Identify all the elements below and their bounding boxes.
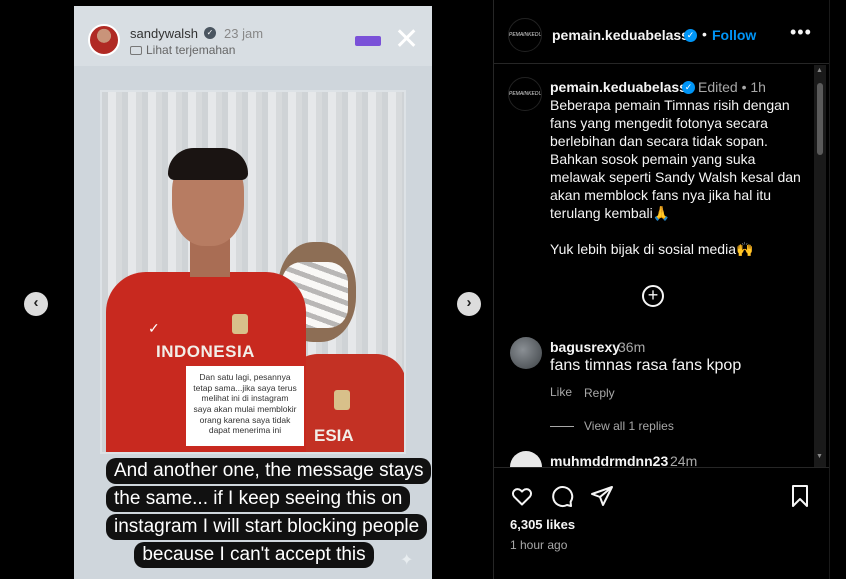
next-button[interactable]: › [457, 292, 481, 316]
caption-avatar[interactable]: PEMAINKEDUABELAS [508, 77, 542, 111]
story-image: sandywalsh ✓ 23 jam Lihat terjemahan ✕ E… [74, 6, 432, 579]
share-icon[interactable] [590, 484, 614, 508]
story-header: sandywalsh ✓ 23 jam Lihat terjemahan ✕ [74, 6, 432, 66]
verified-icon: ✓ [684, 29, 697, 42]
caption-username[interactable]: pemain.keduabelass [550, 79, 687, 95]
comments-area[interactable]: PEMAINKEDUABELAS pemain.keduabelass ✓ Ed… [494, 65, 830, 467]
post-header: PEMAINKEDUABELAS pemain.keduabelass ✓ • … [494, 6, 830, 64]
story-caption-line: the same... if I keep seeing this on [106, 486, 411, 512]
header-dot: • [702, 26, 707, 42]
action-bar: 6,305 likes 1 hour ago [494, 467, 830, 579]
story-caption: And another one, the message stays the s… [106, 458, 432, 570]
story-caption-line: instagram I will start blocking people [106, 514, 428, 540]
follow-button[interactable]: Follow [712, 27, 756, 43]
post-panel: PEMAINKEDUABELAS pemain.keduabelass ✓ • … [493, 0, 830, 579]
view-replies-button[interactable]: View all 1 replies [584, 419, 674, 433]
caption-edited-time: Edited • 1h [698, 79, 766, 95]
story-note: Dan satu lagi, pesannya tetap sama...jik… [186, 366, 304, 446]
story-avatar [88, 24, 120, 56]
comment-time: 24m [670, 453, 698, 467]
likes-count[interactable]: 6,305 likes [510, 517, 575, 532]
page-edge [829, 0, 846, 579]
story-translate: Lihat terjemahan [130, 43, 235, 57]
replies-divider [550, 426, 574, 427]
story-username: sandywalsh [130, 26, 198, 41]
caption-paragraph: Yuk lebih bijak di sosial media🙌 [550, 241, 754, 257]
comment-time: 36m [618, 339, 646, 355]
media-area: sandywalsh ✓ 23 jam Lihat terjemahan ✕ E… [0, 0, 493, 579]
story-close-icon: ✕ [394, 23, 420, 56]
caption-text: Beberapa pemain Timnas risih dengan fans… [550, 96, 808, 276]
jersey-text-2: ESIA [314, 426, 354, 445]
comment-icon[interactable] [550, 484, 574, 508]
story-caption-line: because I can't accept this [134, 542, 374, 568]
comment-avatar[interactable] [510, 337, 542, 369]
jersey-crest-2 [334, 390, 350, 410]
story-time: 23 jam [224, 26, 264, 41]
jersey-text: INDONESIA [156, 342, 255, 361]
comment-avatar[interactable] [510, 451, 542, 467]
comment-username[interactable]: muhmddrmdnn23 [550, 453, 668, 467]
scroll-down-icon[interactable]: ▼ [816, 453, 823, 460]
story-badge [355, 36, 381, 46]
comment-reply-button[interactable]: Reply [584, 386, 615, 400]
sparkle-icon: ✦ [400, 552, 414, 569]
previous-button[interactable]: ‹ [24, 292, 48, 316]
jersey-crest [232, 314, 248, 334]
story-verified-icon: ✓ [204, 27, 216, 39]
post-time: 1 hour ago [510, 538, 568, 552]
comments-scrollbar[interactable]: ▲ ▼ [814, 65, 826, 467]
translate-icon [130, 46, 142, 55]
header-username[interactable]: pemain.keduabelass [552, 27, 689, 43]
comment-username[interactable]: bagusrexy [550, 339, 620, 355]
add-circle-icon[interactable]: + [642, 285, 664, 307]
caption-paragraph: Beberapa pemain Timnas risih dengan fans… [550, 97, 801, 221]
bookmark-icon[interactable] [788, 484, 812, 508]
verified-icon: ✓ [682, 81, 695, 94]
scroll-up-icon[interactable]: ▲ [816, 67, 823, 74]
player-hair [168, 148, 248, 180]
heart-icon[interactable] [510, 484, 534, 508]
story-translate-label: Lihat terjemahan [146, 43, 236, 57]
more-options-icon[interactable]: ••• [790, 22, 812, 43]
jersey-swoosh-icon: ✓ [148, 320, 160, 336]
comment-text: fans timnas rasa fans kpop [550, 357, 742, 374]
account-avatar[interactable]: PEMAINKEDUABELAS [508, 18, 542, 52]
story-caption-line: And another one, the message stays [106, 458, 432, 484]
scrollbar-thumb[interactable] [817, 83, 823, 155]
comment-like-button[interactable]: Like [550, 385, 572, 399]
